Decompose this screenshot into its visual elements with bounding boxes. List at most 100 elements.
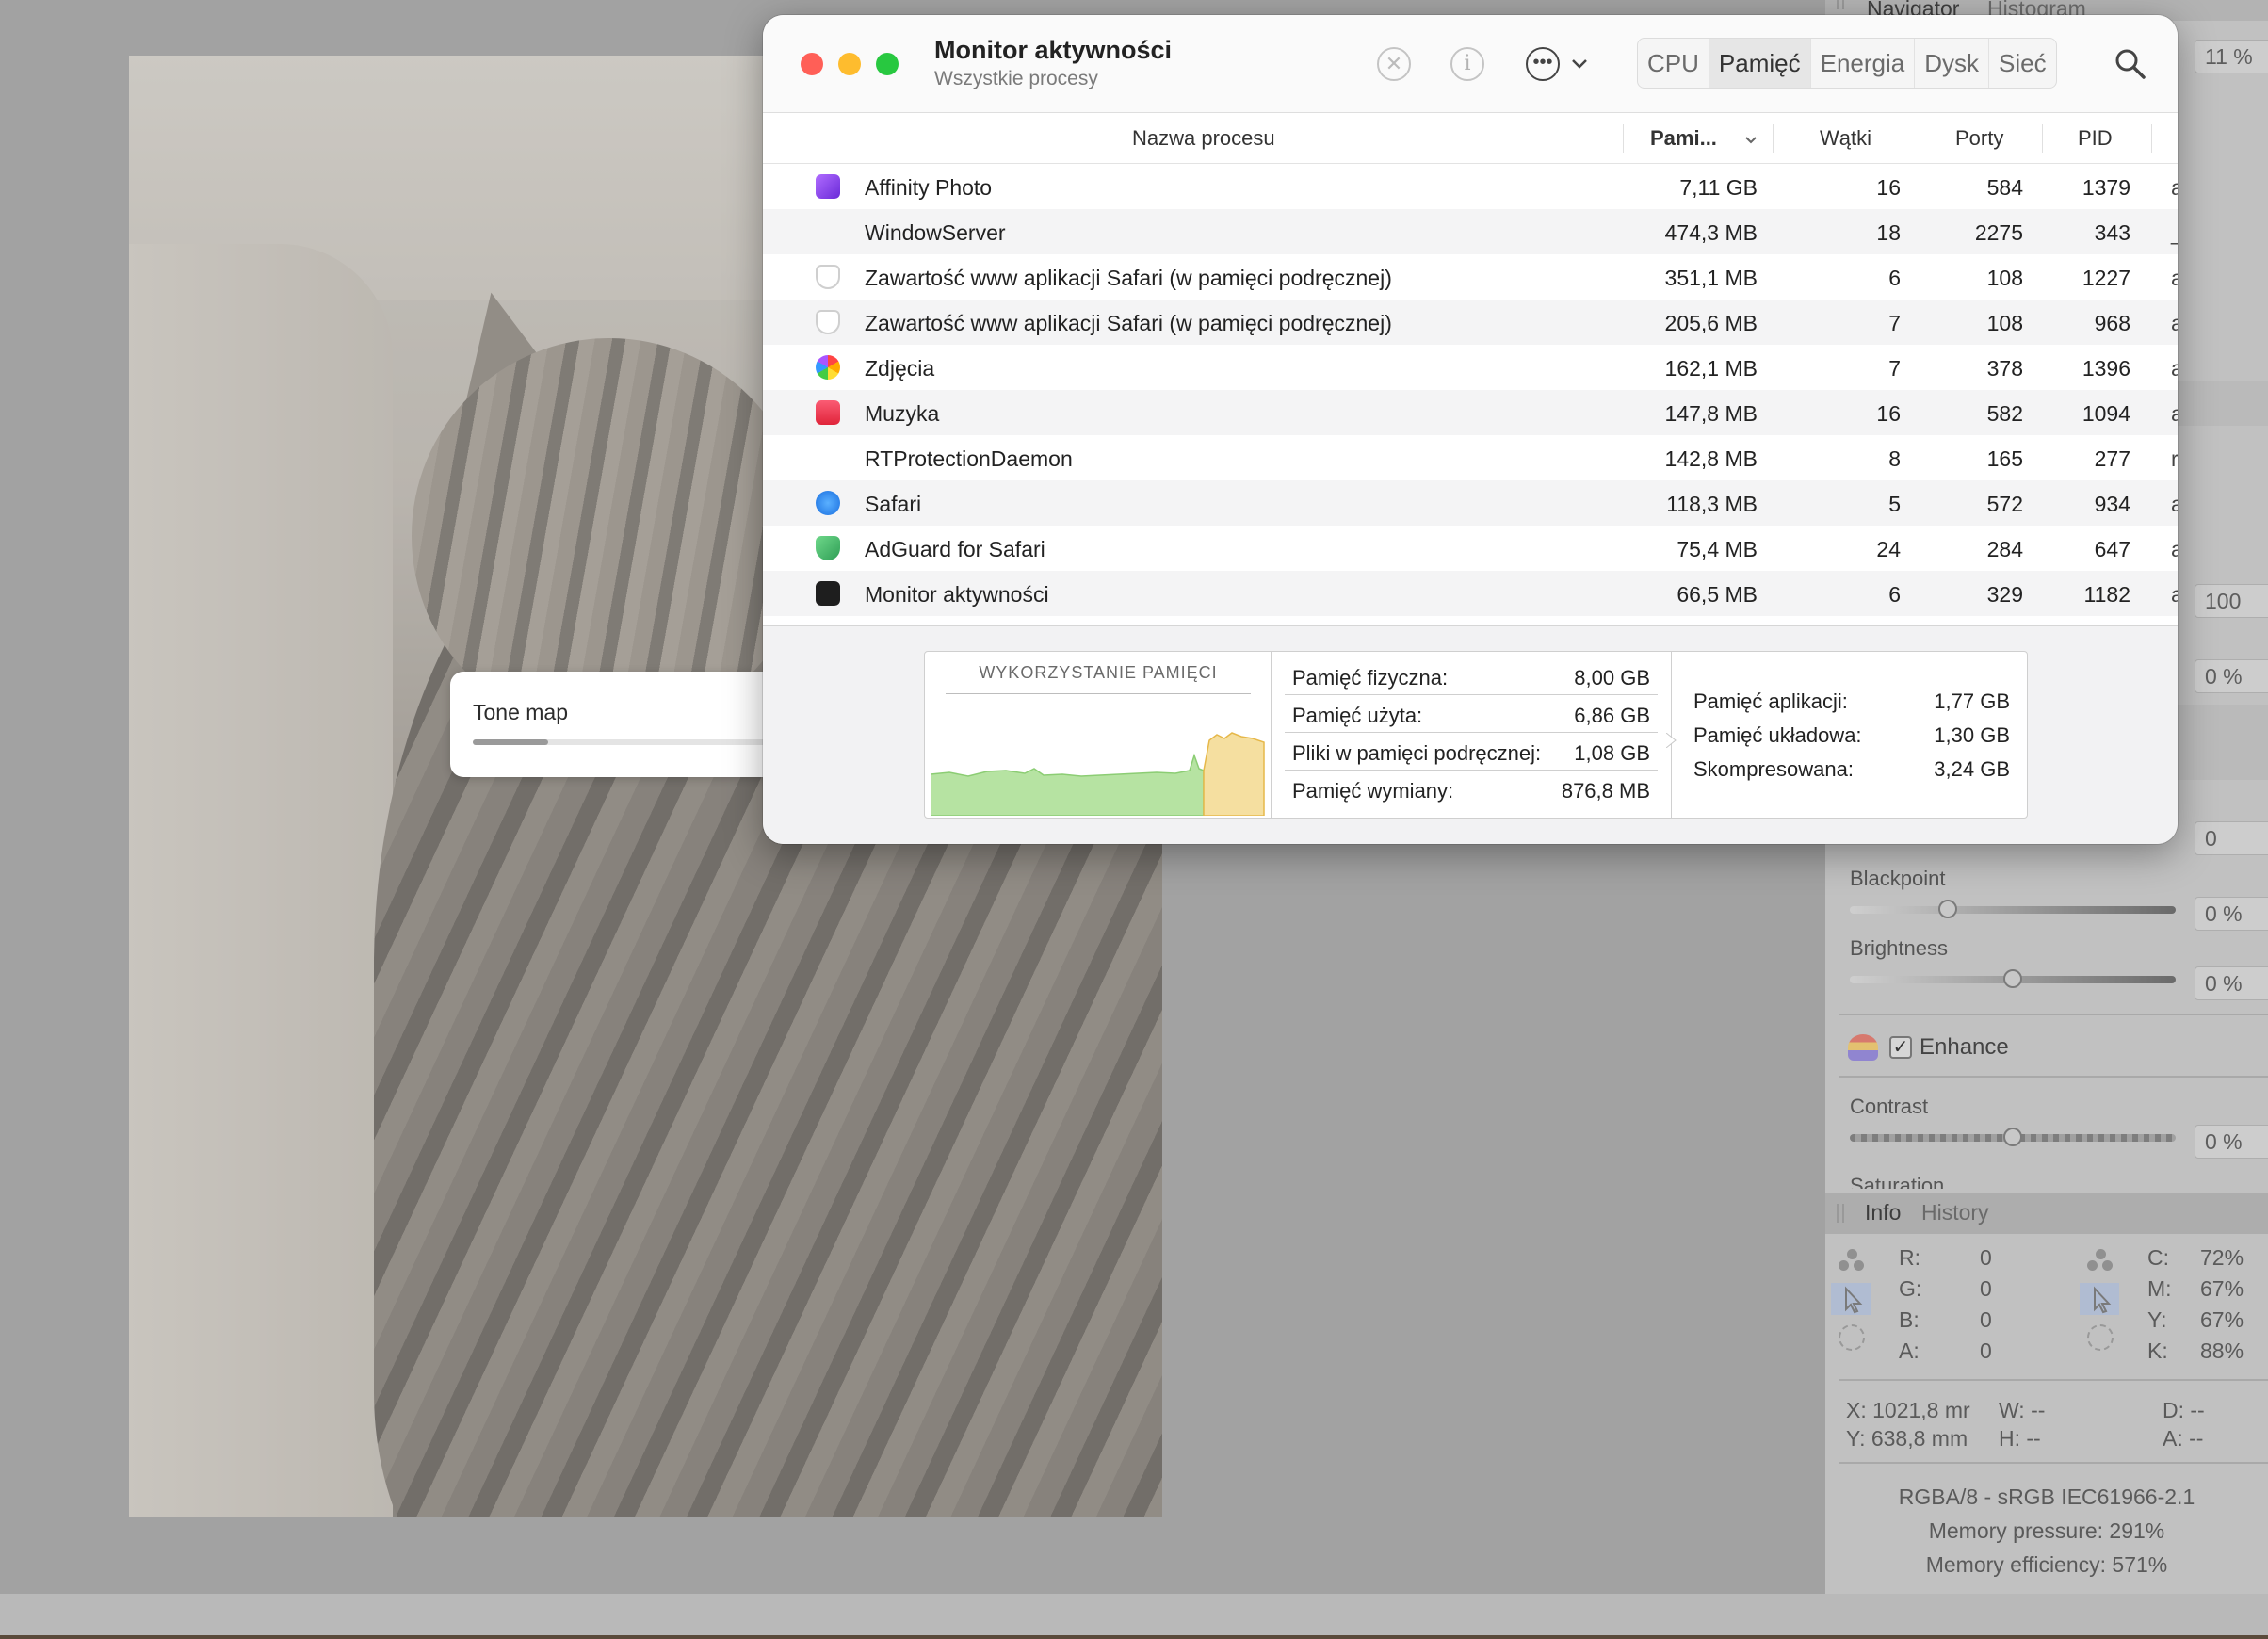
table-row[interactable]: Zawartość www aplikacji Safari (w pamięc… (763, 254, 2178, 300)
slider-knob[interactable] (1938, 900, 1957, 918)
target-icon[interactable] (1839, 1324, 1865, 1351)
info-icon[interactable]: i (1450, 47, 1484, 81)
x-coordinate: X: 1021,8 mr (1846, 1398, 1970, 1422)
process-name: Muzyka (865, 401, 940, 426)
table-row[interactable]: Zawartość www aplikacji Safari (w pamięc… (763, 300, 2178, 345)
process-ports: 284 (1986, 537, 2023, 561)
process-name: WindowServer (865, 220, 1006, 245)
process-memory: 147,8 MB (1664, 401, 1758, 426)
enhance-checkbox[interactable]: ✓ (1889, 1036, 1912, 1059)
process-threads: 7 (1888, 311, 1901, 335)
column-threads[interactable]: Wątki (1820, 126, 1871, 151)
target-icon[interactable] (2087, 1324, 2114, 1351)
table-header: Nazwa procesu Pami... Wątki Porty PID (763, 113, 2178, 164)
memory-summary-panel: WYKORZYSTANIE PAMIĘCI Pamięć fizyczna: 8… (924, 651, 2028, 819)
process-threads: 18 (1876, 220, 1901, 245)
table-row[interactable]: Muzyka 147,8 MB 16 582 1094 a (763, 390, 2178, 435)
color-sample-icon[interactable] (2087, 1249, 2115, 1275)
g-label: G: (1899, 1276, 1922, 1301)
enhance-icon (1848, 1034, 1878, 1061)
process-user: a (2171, 266, 2178, 290)
process-pid: 1094 (2082, 401, 2130, 426)
table-row[interactable]: AdGuard for Safari 75,4 MB 24 284 647 a (763, 526, 2178, 571)
tab-info[interactable]: Info (1865, 1200, 1901, 1225)
table-row[interactable]: WindowServer 474,3 MB 18 2275 343 _ (763, 209, 2178, 254)
brightness-value[interactable]: 0 % (2195, 966, 2268, 1000)
y-coordinate: Y: 638,8 mm (1846, 1426, 1968, 1451)
table-row[interactable]: RTProtectionDaemon 142,8 MB 8 165 277 r (763, 435, 2178, 480)
process-pid: 1379 (2082, 175, 2130, 200)
table-row[interactable]: Safari 118,3 MB 5 572 934 a (763, 480, 2178, 526)
activity-monitor-window: Monitor aktywności Wszystkie procesy ✕ i… (763, 15, 2178, 844)
process-memory: 351,1 MB (1664, 266, 1758, 290)
process-pid: 934 (2094, 492, 2130, 516)
app-memory-value: 1,77 GB (1934, 690, 2010, 713)
column-ports[interactable]: Porty (1955, 126, 2003, 151)
process-name: Monitor aktywności (865, 582, 1049, 607)
process-user: a (2171, 582, 2178, 607)
minimize-window-button[interactable] (838, 53, 861, 75)
tone-map-label: Tone map (473, 700, 569, 724)
zoom-window-button[interactable] (876, 53, 899, 75)
process-threads: 7 (1888, 356, 1901, 381)
table-row[interactable]: Monitor aktywności 66,5 MB 6 329 1182 a (763, 571, 2178, 616)
used-memory-value: 6,86 GB (1574, 704, 1650, 727)
process-memory: 66,5 MB (1677, 582, 1758, 607)
close-window-button[interactable] (801, 53, 823, 75)
process-name: Safari (865, 492, 922, 516)
pointer-icon[interactable] (2080, 1283, 2119, 1315)
process-memory: 118,3 MB (1666, 492, 1758, 516)
tab-cpu[interactable]: CPU (1638, 39, 1709, 88)
compressed-value: 3,24 GB (1934, 757, 2010, 781)
search-icon[interactable] (2114, 47, 2147, 81)
more-actions-icon[interactable]: ••• (1526, 47, 1560, 81)
graph-title: WYKORZYSTANIE PAMIĘCI (979, 663, 1218, 682)
table-row[interactable]: Zdjęcia 162,1 MB 7 378 1396 a (763, 345, 2178, 390)
y-value: 67% (2200, 1307, 2244, 1332)
process-ports: 329 (1986, 582, 2023, 607)
pointer-icon[interactable] (1831, 1283, 1871, 1315)
value-field-100[interactable]: 100 (2195, 584, 2268, 618)
column-memory[interactable]: Pami... (1650, 126, 1717, 151)
process-memory: 75,4 MB (1677, 537, 1758, 561)
process-pid: 968 (2094, 311, 2130, 335)
wired-memory-value: 1,30 GB (1934, 723, 2010, 747)
column-process-name[interactable]: Nazwa procesu (1132, 126, 1275, 151)
chevron-down-icon[interactable] (1571, 58, 1588, 70)
enhance-label: Enhance (1920, 1034, 2009, 1060)
memory-pressure-chart (931, 732, 1265, 816)
blackpoint-slider[interactable] (1850, 900, 2176, 918)
process-ports: 108 (1986, 266, 2023, 290)
window-title: Monitor aktywności (934, 36, 1173, 64)
width-readout: W: -- (1999, 1398, 2046, 1422)
tab-history[interactable]: History (1921, 1200, 1989, 1225)
contrast-slider[interactable] (1850, 1128, 2176, 1146)
physical-memory-value: 8,00 GB (1574, 666, 1650, 690)
blackpoint-value[interactable]: 0 % (2195, 897, 2268, 931)
brightness-slider[interactable] (1850, 969, 2176, 988)
process-ports: 584 (1986, 175, 2023, 200)
tone-map-progress-dialog: Tone map (450, 672, 789, 777)
stop-process-icon[interactable]: ✕ (1377, 47, 1411, 81)
process-memory: 205,6 MB (1664, 311, 1758, 335)
y-label: Y: (2147, 1307, 2167, 1332)
value-field-percent[interactable]: 0 % (2195, 659, 2268, 693)
process-threads: 16 (1876, 401, 1901, 426)
r-value: 0 (1980, 1245, 1992, 1270)
tab-disk[interactable]: Dysk (1915, 39, 1990, 88)
cached-files-label: Pliki w pamięci podręcznej: (1292, 741, 1542, 765)
blackpoint-label: Blackpoint (1850, 867, 1946, 890)
sort-chevron-icon[interactable] (1744, 136, 1758, 145)
zoom-value[interactable]: 11 % (2195, 40, 2268, 73)
tab-energy[interactable]: Energia (1811, 39, 1916, 88)
slider-knob[interactable] (2003, 969, 2022, 988)
slider-knob[interactable] (2003, 1128, 2022, 1146)
tab-memory[interactable]: Pamięć (1709, 39, 1811, 88)
table-row[interactable]: Affinity Photo 7,11 GB 16 584 1379 a (763, 164, 2178, 209)
color-sample-icon[interactable] (1839, 1249, 1867, 1275)
tab-network[interactable]: Sieć (1989, 39, 2056, 88)
value-field-zero[interactable]: 0 (2195, 821, 2268, 855)
contrast-value[interactable]: 0 % (2195, 1125, 2268, 1159)
window-toolbar: Monitor aktywności Wszystkie procesy ✕ i… (763, 15, 2178, 113)
column-pid[interactable]: PID (2078, 126, 2113, 151)
